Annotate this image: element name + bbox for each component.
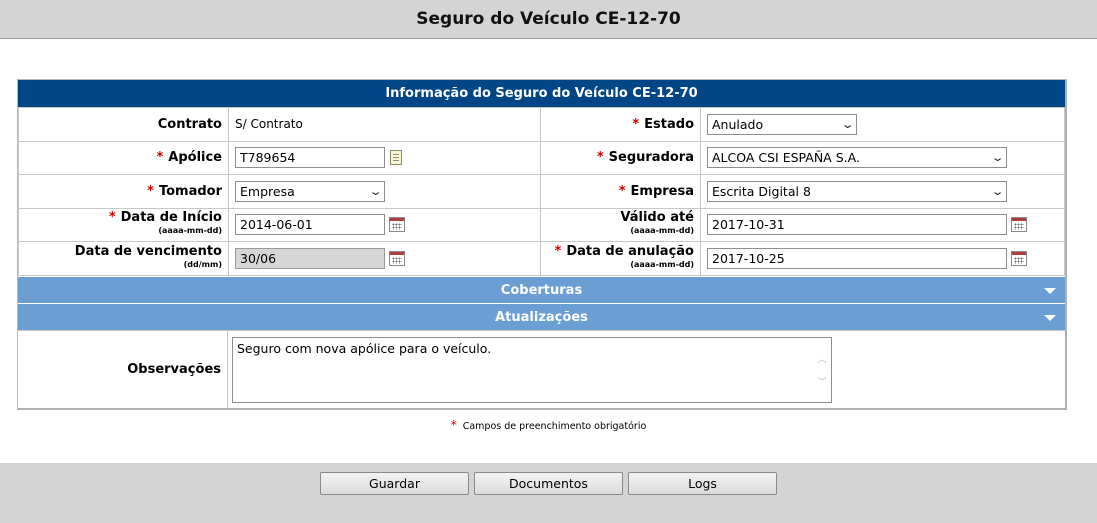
data-vencimento-label: Data de vencimento (dd/mm)	[18, 241, 229, 276]
observacoes-cell: Seguro com nova apólice para o veículo. …	[228, 331, 1065, 408]
tomador-cell: Empresa ⌄	[228, 174, 541, 209]
atualizacoes-section[interactable]: Atualizações	[18, 302, 1065, 330]
triangle-down-icon	[1044, 314, 1056, 321]
triangle-down-icon	[1044, 287, 1056, 294]
calendar-icon[interactable]	[389, 250, 405, 266]
required-mark: *	[554, 243, 562, 259]
seguradora-cell: ALCOA CSI ESPAÑA S.A. ⌄	[700, 140, 1065, 175]
top-bar: Seguro do Veículo CE-12-70	[0, 0, 1097, 39]
form-row: * Data de Início (aaaa-mm-dd) 2014-06-01 V…	[18, 207, 1065, 242]
chevron-down-icon: ⌄	[990, 184, 1005, 198]
tomador-select[interactable]: Empresa ⌄	[235, 180, 385, 202]
chevron-down-icon: ⌄	[990, 151, 1005, 165]
valido-ate-cell: 2017-10-31	[700, 207, 1065, 242]
required-mark: *	[632, 116, 640, 132]
observacoes-row: Observações Seguro com nova apólice para…	[18, 329, 1065, 408]
form-row: Data de vencimento (dd/mm) 30/06 * Data de…	[18, 241, 1065, 276]
logs-button[interactable]: Logs	[628, 472, 777, 495]
form-row: Contrato S/ Contrato * Estado Anulado ⌄	[18, 107, 1065, 142]
footer-bar: Guardar Documentos Logs	[0, 463, 1097, 523]
data-vencimento-input: 30/06	[235, 247, 385, 269]
data-inicio-label: * Data de Início (aaaa-mm-dd)	[18, 207, 229, 242]
required-mark: *	[596, 150, 604, 166]
data-anulacao-cell: 2017-10-25	[700, 241, 1065, 276]
document-icon[interactable]	[390, 150, 402, 166]
panel-header: Informação do Seguro do Veículo CE-12-70	[18, 80, 1065, 107]
chevron-down-icon[interactable]: ﹀	[817, 375, 826, 388]
documentos-button[interactable]: Documentos	[474, 472, 623, 495]
form-row: * Tomador Empresa ⌄ * Empresa Escrita Digit…	[18, 174, 1065, 209]
observacoes-textarea[interactable]: Seguro com nova apólice para o veículo. …	[232, 336, 832, 403]
data-vencimento-cell: 30/06	[228, 241, 541, 276]
chevron-down-icon: ⌄	[840, 117, 855, 131]
guardar-button[interactable]: Guardar	[320, 472, 469, 495]
data-anulacao-input[interactable]: 2017-10-25	[707, 247, 1007, 269]
chevron-down-icon: ⌄	[368, 184, 383, 198]
contrato-value: S/ Contrato	[235, 116, 303, 131]
apolice-label: * Apólice	[18, 140, 229, 175]
calendar-icon[interactable]	[1011, 250, 1027, 266]
required-mark: *	[450, 418, 457, 432]
insurance-panel: Informação do Seguro do Veículo CE-12-70…	[17, 79, 1067, 410]
calendar-icon[interactable]	[389, 217, 405, 233]
required-mark: *	[108, 210, 116, 226]
tomador-label: * Tomador	[18, 174, 229, 209]
data-inicio-cell: 2014-06-01	[228, 207, 541, 242]
legend-text: Campos de preenchimento obrigatório	[462, 421, 647, 432]
data-anulacao-label: * Data de anulação (aaaa-mm-dd)	[540, 241, 701, 276]
chevron-up-icon[interactable]: ︿	[817, 352, 826, 365]
seguradora-label: * Seguradora	[540, 140, 701, 175]
coberturas-section[interactable]: Coberturas	[18, 275, 1065, 303]
estado-label: * Estado	[540, 107, 701, 142]
required-mark: *	[618, 183, 626, 199]
estado-select[interactable]: Anulado ⌄	[707, 113, 857, 135]
contrato-cell: S/ Contrato	[228, 107, 541, 142]
empresa-label: * Empresa	[540, 174, 701, 209]
seguradora-select[interactable]: ALCOA CSI ESPAÑA S.A. ⌄	[707, 147, 1007, 169]
estado-cell: Anulado ⌄	[700, 107, 1065, 142]
contrato-label: Contrato	[18, 107, 229, 142]
data-inicio-input[interactable]: 2014-06-01	[235, 214, 385, 236]
empresa-cell: Escrita Digital 8 ⌄	[700, 174, 1065, 209]
page-title: Seguro do Veículo CE-12-70	[416, 9, 681, 29]
observacoes-text: Seguro com nova apólice para o veículo.	[237, 340, 492, 356]
form-row: * Apólice T789654 * Seguradora ALCOA CSI E…	[18, 140, 1065, 175]
required-mark: *	[147, 183, 154, 199]
observacoes-label: Observações	[18, 330, 228, 408]
calendar-icon[interactable]	[1011, 217, 1027, 233]
valido-ate-label: Válido até (aaaa-mm-dd)	[540, 207, 701, 242]
insurance-form: Contrato S/ Contrato * Estado Anulado ⌄ * A…	[18, 107, 1065, 276]
empresa-select[interactable]: Escrita Digital 8 ⌄	[707, 180, 1007, 202]
button-group: Guardar Documentos Logs	[320, 472, 777, 495]
required-mark: *	[156, 150, 164, 166]
apolice-cell: T789654	[228, 140, 541, 175]
scrollbar[interactable]: ︿ ﹀	[813, 338, 831, 402]
valido-ate-input[interactable]: 2017-10-31	[707, 214, 1007, 236]
required-legend: * Campos de preenchimento obrigatório	[0, 418, 1097, 432]
apolice-input[interactable]: T789654	[235, 147, 385, 169]
